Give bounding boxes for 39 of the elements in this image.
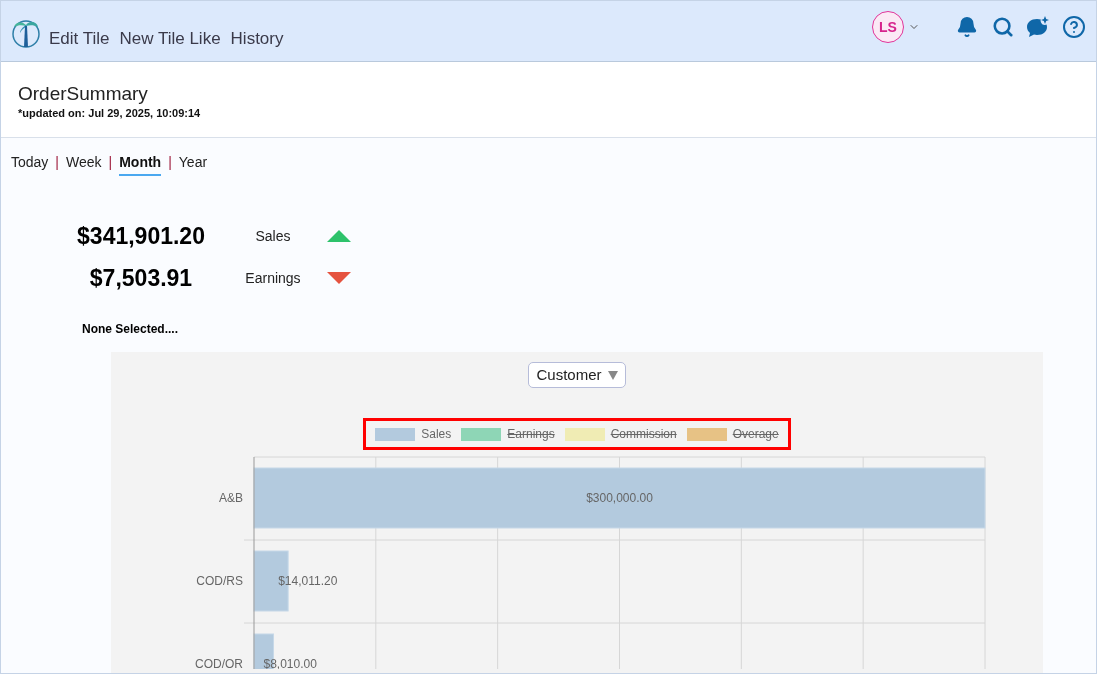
caret-down-icon [607,370,618,380]
updated-timestamp: *updated on: Jul 29, 2025, 10:09:14 [18,106,202,121]
toolbar-link[interactable]: Edit Tile [49,25,110,51]
legend-swatch[interactable] [461,427,502,441]
tile-title: OrderSummary [18,83,149,105]
notifications-icon[interactable] [956,16,978,38]
palm-tree-logo [11,17,41,49]
value-label: $14,011.20 [278,574,338,588]
toolbar-link[interactable]: History [230,25,284,51]
tab-separator: | [168,153,172,172]
period-tab[interactable]: Week [66,152,102,176]
customer-dropdown[interactable]: Customer [528,362,626,388]
legend-swatch[interactable] [375,427,416,441]
metric-label: Sales [254,226,292,246]
legend-label[interactable]: Overage [732,425,779,443]
legend-label[interactable]: Earnings [507,425,555,443]
value-label: $300,000.00 [586,491,653,505]
period-tab[interactable]: Today [11,152,49,176]
category-label: COD/OR [195,657,243,669]
legend-label[interactable]: Sales [421,425,452,443]
search-icon[interactable] [992,16,1014,38]
metric-amount: $341,901.20 [76,221,206,251]
tab-separator: | [108,153,113,172]
selection-note: None Selected.... [82,321,180,338]
metric-label: Earnings [244,268,302,288]
help-icon[interactable] [1062,15,1086,39]
period-tab[interactable]: Month [119,152,162,176]
tab-separator: | [55,153,59,172]
value-label: $8,010.00 [263,657,317,669]
category-label: A&B [219,491,243,505]
toolbar-link[interactable]: New Tile Like [119,25,221,51]
legend-swatch[interactable] [564,427,605,441]
legend-swatch[interactable] [686,427,727,441]
chat-sparkle-icon[interactable] [1026,16,1050,38]
user-avatar[interactable]: LS [872,11,904,43]
period-tab[interactable]: Year [178,152,208,176]
legend-label[interactable]: Commission [610,425,677,443]
category-label: COD/RS [196,574,243,588]
metric-amount: $7,503.91 [88,263,194,293]
